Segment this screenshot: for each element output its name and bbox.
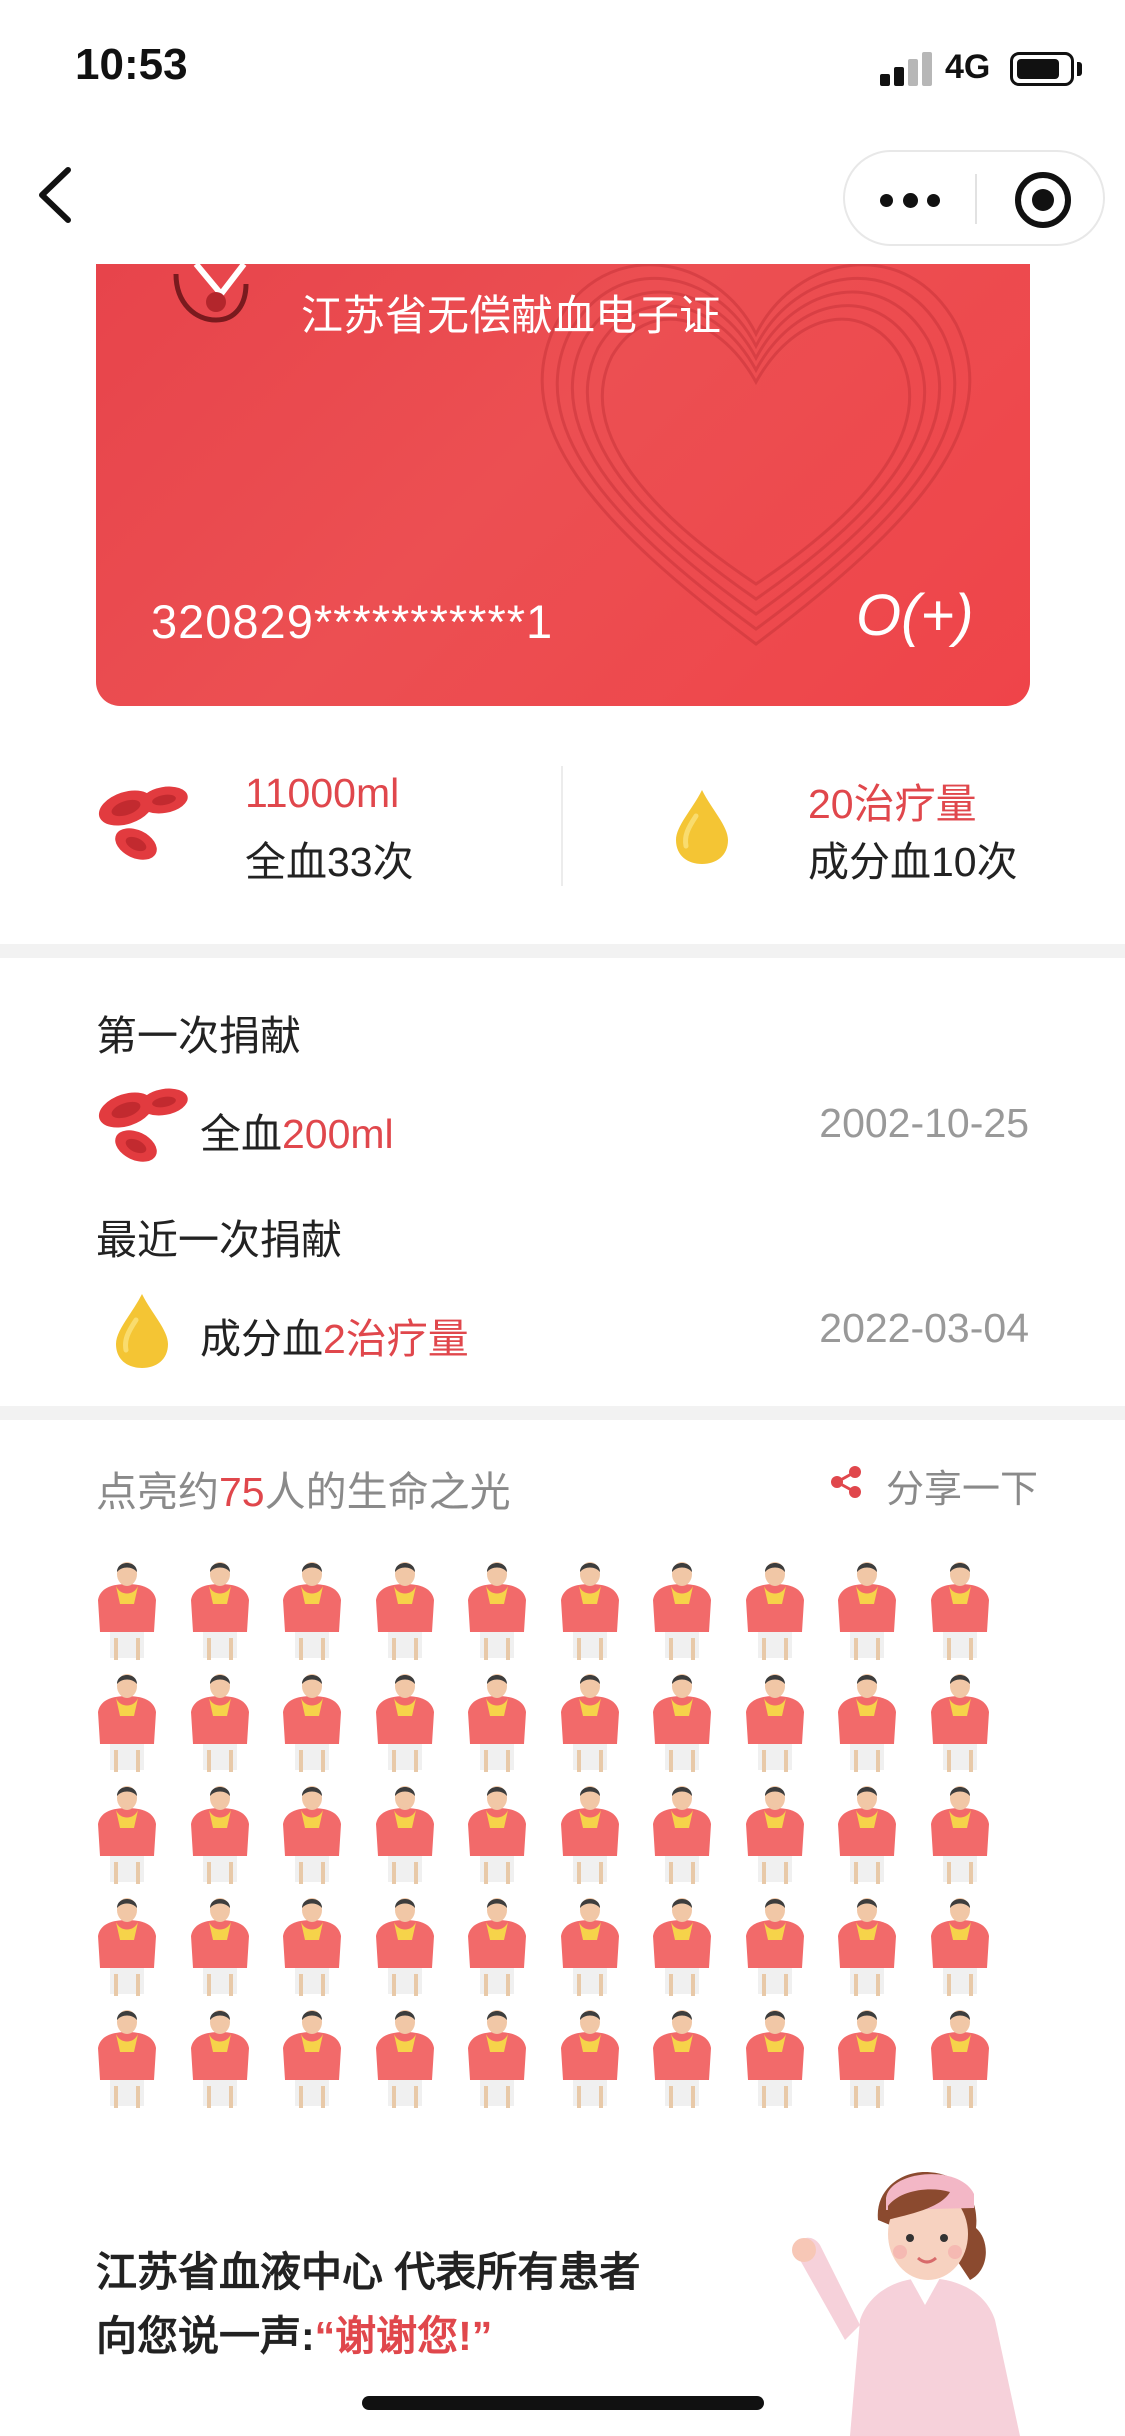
first-donation-item: 全血200ml [200, 1100, 394, 1160]
mini-program-capsule [843, 150, 1105, 246]
nurse-illustration-icon [792, 2172, 1020, 2436]
person-icon [185, 1896, 255, 1996]
person-icon [370, 2008, 440, 2108]
red-blood-cells-icon [98, 786, 188, 860]
chevron-left-icon [39, 167, 71, 223]
status-time: 10:53 [75, 40, 188, 89]
person-icon [370, 1672, 440, 1772]
component-amount: 20治疗量 [808, 781, 977, 827]
person-icon [740, 1784, 810, 1884]
first-donation-label: 第一次捐献 [96, 1013, 301, 1059]
yellow-drop-icon [676, 790, 728, 864]
person-icon [277, 2008, 347, 2108]
share-icon [831, 1466, 861, 1498]
person-icon [370, 1560, 440, 1660]
person-icon [185, 1560, 255, 1660]
home-indicator [362, 2396, 764, 2410]
section-divider [0, 1406, 1125, 1420]
person-icon [647, 1784, 717, 1884]
person-icon [832, 1784, 902, 1884]
person-icon [185, 1784, 255, 1884]
person-icon [555, 1896, 625, 1996]
blood-center-logo-icon [173, 264, 249, 323]
person-icon [370, 1896, 440, 1996]
person-icon [555, 1672, 625, 1772]
status-bar: 10:53 4G [0, 0, 1125, 135]
person-icon [92, 2008, 162, 2108]
person-icon [462, 1784, 532, 1884]
thanks-line-1: 江苏省血液中心 代表所有患者 [96, 2249, 641, 2295]
person-icon [277, 1784, 347, 1884]
person-icon [92, 1896, 162, 1996]
person-icon [277, 1672, 347, 1772]
person-icon [185, 2008, 255, 2108]
latest-donation-item: 成分血2治疗量 [200, 1305, 469, 1365]
person-icon [740, 2008, 810, 2108]
latest-donation-label: 最近一次捐献 [96, 1217, 342, 1263]
person-icon [92, 1672, 162, 1772]
person-icon [740, 1672, 810, 1772]
person-icon [370, 1784, 440, 1884]
person-icon [647, 1672, 717, 1772]
person-icon [925, 1672, 995, 1772]
latest-donation-date: 2022-03-04 [819, 1305, 1029, 1351]
person-icon [185, 1672, 255, 1772]
person-icon [832, 1672, 902, 1772]
battery-icon [1010, 52, 1074, 86]
more-button[interactable] [875, 174, 945, 224]
person-icon [277, 1896, 347, 1996]
person-icon [462, 1896, 532, 1996]
section-divider [0, 944, 1125, 958]
latest-donation-type: 成分血 [200, 1316, 323, 1362]
whole-blood-amount: 11000ml [245, 770, 400, 816]
donation-summary: 11000ml 全血33次 20治疗量 成分血10次 [0, 730, 1125, 910]
person-icon [647, 1896, 717, 1996]
person-icon [740, 1560, 810, 1660]
signal-icon [880, 50, 936, 86]
person-icon [740, 1896, 810, 1996]
person-icon [277, 1560, 347, 1660]
person-icon [462, 1672, 532, 1772]
first-donation-type: 全血 [200, 1111, 282, 1157]
component-count: 成分血10次 [808, 839, 1018, 885]
person-icon [832, 2008, 902, 2108]
thanks-quote: “谢谢您!” [314, 2313, 493, 2359]
close-mini-program-button[interactable] [1015, 172, 1071, 228]
first-donation-date: 2002-10-25 [819, 1100, 1029, 1146]
person-icon [462, 1560, 532, 1660]
back-button[interactable] [30, 160, 90, 230]
person-icon [925, 1560, 995, 1660]
person-icon [555, 2008, 625, 2108]
red-blood-cells-icon [98, 1088, 188, 1162]
thanks-line-2: 向您说一声:“谢谢您!” [96, 2313, 493, 2359]
thanks-message: 江苏省血液中心 代表所有患者 向您说一声:“谢谢您!” [96, 2240, 640, 2368]
share-label: 分享一下 [886, 1469, 1039, 1511]
person-icon [925, 1784, 995, 1884]
person-icon [925, 1896, 995, 1996]
whole-blood-count: 全血33次 [245, 839, 414, 885]
blood-type: O(+) [856, 583, 974, 648]
person-icon [92, 1560, 162, 1660]
person-icon [555, 1784, 625, 1884]
person-icon [647, 1560, 717, 1660]
network-label: 4G [945, 48, 991, 86]
first-donation-value: 200ml [282, 1111, 394, 1157]
person-icon [925, 2008, 995, 2108]
card-title: 江苏省无偿献血电子证 [301, 292, 722, 339]
person-icon [92, 1784, 162, 1884]
lights-count: 75 [219, 1469, 265, 1515]
person-icon [555, 1560, 625, 1660]
person-icon [832, 1560, 902, 1660]
person-icon [832, 1896, 902, 1996]
donation-certificate-card[interactable]: 江苏省无偿献血电子证 320829***********1 O(+) [96, 264, 1030, 706]
lights-title: 点亮约75人的生命之光 [96, 1469, 511, 1515]
id-number: 320829***********1 [151, 595, 554, 648]
yellow-drop-icon [116, 1294, 168, 1368]
person-icon [462, 2008, 532, 2108]
latest-donation-value: 2治疗量 [323, 1316, 469, 1362]
person-icon [647, 2008, 717, 2108]
